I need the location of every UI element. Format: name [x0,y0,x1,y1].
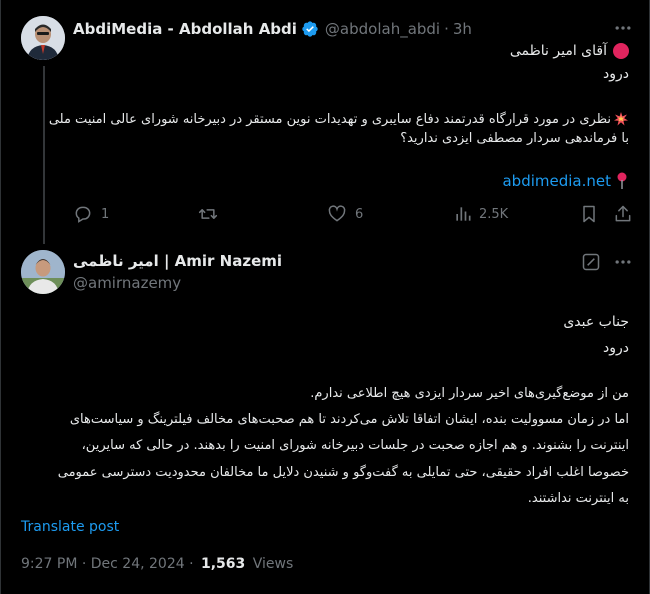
post-timestamp[interactable]: 9:27 PM · Dec 24, 2024 · [21,556,194,572]
quoted-question-line1: نظری در مورد قرارگاه قدرتمند دفاع سایبری… [48,111,611,127]
quoted-author-line: AbdiMedia - Abdollah Abdi @abdolah_abdi … [73,18,472,40]
red-circle-icon [613,43,629,59]
share-button[interactable] [613,204,633,224]
like-icon [327,204,347,224]
post-views-label: Views [252,556,294,572]
reply-greeting-line1: جناب عبدی [563,314,629,330]
quoted-link-row: abdimedia.net [502,171,629,191]
bookmark-button[interactable] [579,204,599,224]
quoted-link[interactable]: abdimedia.net [502,172,611,190]
retweet-button[interactable] [198,204,218,224]
reply-greeting-line2: درود [603,340,629,356]
reply-body-line5: به اینترنت نداشتند. [527,491,629,506]
share-icon [613,204,633,224]
reply-body-line1: من از موضع‌گیری‌های اخیر سردار ایزدی هیچ… [310,386,629,401]
reply-author-avatar[interactable] [21,250,65,294]
reply-body-line4: خصوصا اغلب افراد حقیقی، حتی تمایلی به گف… [57,465,629,480]
reply-button[interactable]: 1 [73,204,109,224]
translate-post-link[interactable]: Translate post [21,519,119,535]
quoted-action-bar: 1 6 2.5K [73,204,633,224]
pin-icon [615,172,629,190]
reply-display-name[interactable]: امیر ناظمی | Amir Nazemi [73,252,282,270]
reply-handle[interactable]: @amirnazemy [73,274,181,292]
views-button[interactable]: 2.5K [453,204,508,224]
more-icon[interactable] [613,18,633,38]
quoted-author-avatar[interactable] [21,16,65,60]
retweet-icon [198,204,218,224]
verified-badge-icon[interactable] [301,20,319,38]
quoted-question-line2: با فرماندهی سردار مصطفی ایزدی ندارید؟ [400,131,629,146]
bookmark-icon [579,204,599,224]
like-count: 6 [355,206,364,222]
post-thread: AbdiMedia - Abdollah Abdi @abdolah_abdi … [0,0,650,594]
thread-line [43,66,45,244]
quoted-line2: درود [603,66,629,82]
quoted-line1: آقای امیر ناظمی [509,43,607,59]
reply-meta-row: 9:27 PM · Dec 24, 2024 · 1,563 Views [21,556,293,572]
post-view-count: 1,563 [201,556,246,572]
quoted-handle[interactable]: @abdolah_abdi [325,20,440,38]
quoted-display-name[interactable]: AbdiMedia - Abdollah Abdi [73,20,297,38]
quoted-question-row1: نظری در مورد قرارگاه قدرتمند دفاع سایبری… [49,108,629,130]
quoted-separator: · [444,20,449,38]
reply-body-line3: اینترنت را بشنوند. و هم اجازه صحبت در جل… [81,438,629,453]
reply-body-line2: اما در زمان مسوولیت بنده، ایشان اتفاقا ت… [69,412,629,427]
reply-count: 1 [101,206,110,222]
like-button[interactable]: 6 [327,204,363,224]
grok-icon[interactable] [581,252,601,272]
quoted-line1-row: آقای امیر ناظمی [510,41,629,61]
views-icon [453,204,473,224]
collision-emoji-icon [613,111,629,127]
reply-icon [73,204,93,224]
views-count: 2.5K [479,206,509,222]
reply-more-icon[interactable] [613,252,633,272]
quoted-time[interactable]: 3h [453,20,472,38]
